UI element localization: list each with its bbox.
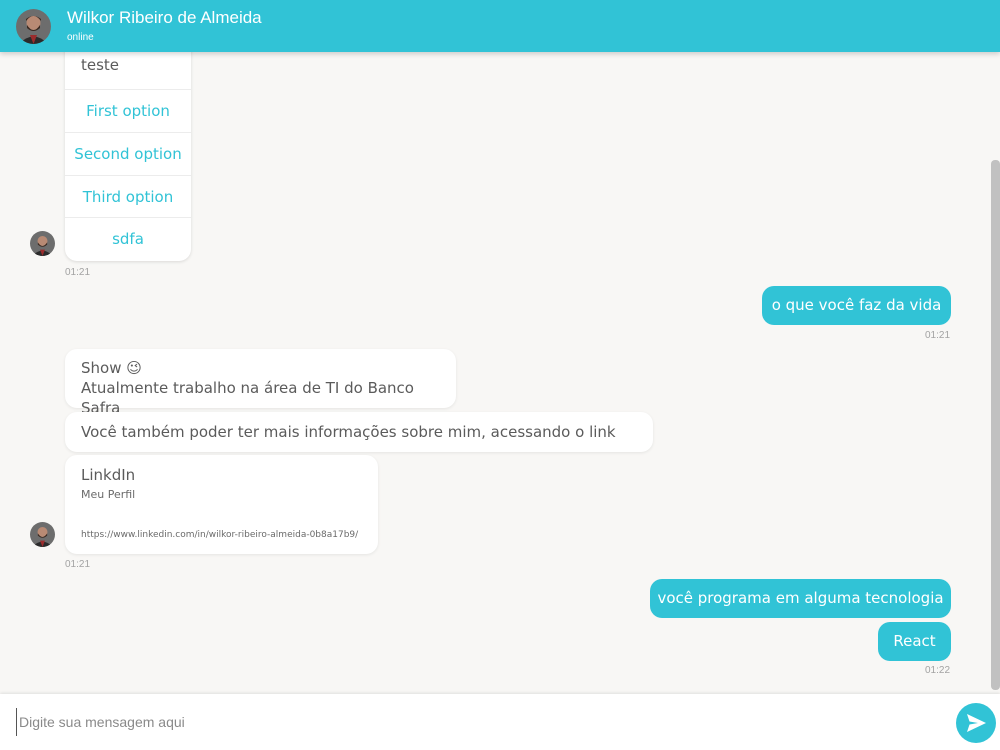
message-time: 01:21 — [65, 267, 91, 278]
message-time: 01:21 — [925, 330, 951, 341]
quick-reply-option[interactable]: sdfa — [65, 217, 191, 259]
message-time: 01:22 — [925, 665, 951, 676]
send-button[interactable] — [956, 703, 996, 743]
scrollbar-thumb[interactable] — [991, 160, 1000, 690]
quick-reply-option[interactable]: Third option — [65, 175, 191, 217]
bot-avatar — [30, 231, 55, 256]
sent-message: você programa em alguma tecnologia — [650, 579, 951, 618]
received-message: Show 😉 Atualmente trabalho na área de TI… — [65, 349, 456, 417]
sent-message: o que você faz da vida — [762, 286, 951, 325]
message-composer — [0, 694, 1000, 750]
chat-header: Wilkor Ribeiro de Almeida online — [0, 0, 1000, 52]
link-url[interactable]: https://www.linkedin.com/in/wilkor-ribei… — [81, 530, 358, 540]
contact-name: Wilkor Ribeiro de Almeida — [67, 8, 262, 27]
sent-message: React — [878, 622, 951, 661]
quick-reply-card: teste First option Second option Third o… — [65, 45, 191, 261]
quick-reply-option[interactable]: Second option — [65, 132, 191, 174]
contact-status: online — [67, 32, 94, 43]
send-icon — [967, 714, 986, 732]
quick-reply-option[interactable]: First option — [65, 89, 191, 131]
link-subtitle: Meu Perfil — [81, 488, 136, 501]
link-preview-card[interactable]: LinkdIn Meu Perfil https://www.linkedin.… — [65, 455, 378, 554]
link-title: LinkdIn — [81, 466, 136, 484]
contact-avatar[interactable] — [16, 9, 51, 44]
quick-reply-title: teste — [81, 56, 120, 74]
message-time: 01:21 — [65, 559, 91, 570]
bot-avatar — [30, 522, 55, 547]
message-input[interactable] — [16, 708, 936, 736]
received-message-line: Show 😉 — [81, 359, 142, 377]
received-message: Você também poder ter mais informações s… — [65, 412, 653, 481]
